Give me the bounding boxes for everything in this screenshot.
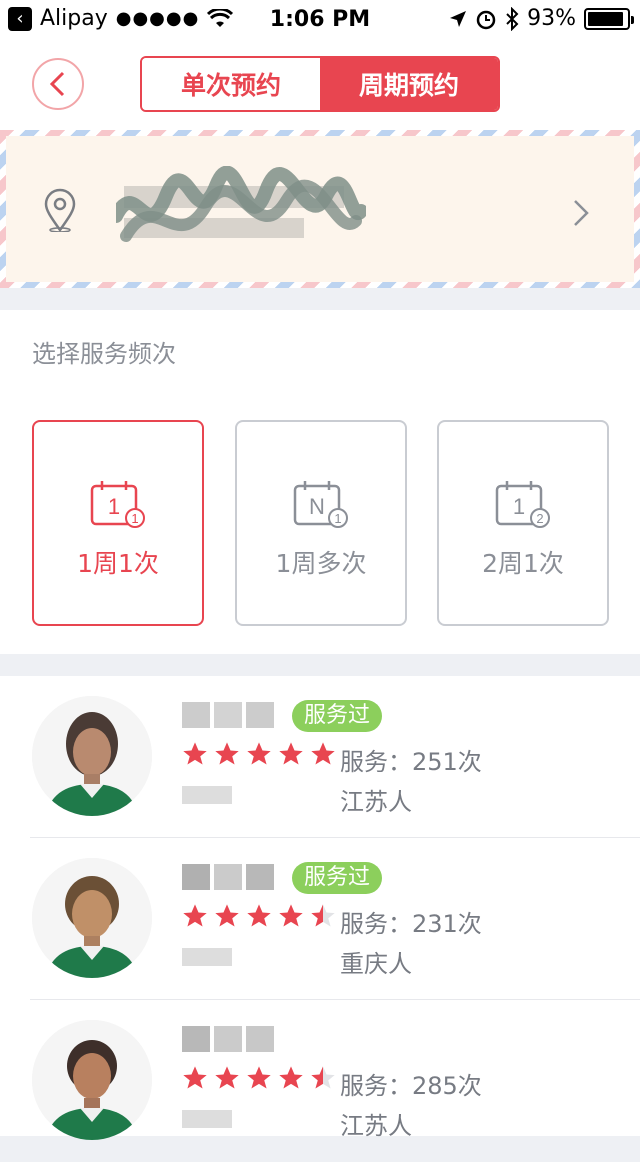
bluetooth-icon — [506, 6, 519, 31]
carrier-label: Alipay — [40, 6, 108, 31]
signal-icon: ●●●●● — [115, 8, 200, 29]
calendar-icon: 1 2 — [495, 481, 550, 528]
staff-row[interactable]: 服务：285次 江苏人 — [0, 1000, 640, 1162]
location-pin-icon — [44, 188, 76, 232]
star-icon — [215, 904, 239, 927]
battery-fill — [588, 11, 624, 26]
rating-stars — [180, 902, 338, 930]
redacted-age — [182, 786, 232, 804]
tab-periodic-booking[interactable]: 周期预约 — [320, 58, 498, 110]
hometown: 江苏人 — [340, 788, 412, 816]
star-icon — [215, 1066, 239, 1089]
tab-single-booking[interactable]: 单次预约 — [142, 58, 320, 110]
star-icon — [311, 742, 335, 765]
back-to-app-icon[interactable]: ‹ — [8, 6, 32, 31]
star-icon — [247, 1066, 271, 1089]
frequency-title: 选择服务频次 — [32, 340, 176, 368]
battery-icon — [584, 7, 634, 30]
chevron-left-icon — [49, 71, 65, 97]
redacted-name — [182, 864, 274, 890]
staff-row[interactable]: 服务过 服务：251次 江苏人 — [0, 676, 640, 838]
rating-stars — [180, 740, 338, 768]
avatar — [32, 696, 152, 816]
half-star-icon — [311, 904, 335, 927]
service-count: 服务：231次 — [340, 910, 482, 938]
star-icon — [183, 742, 207, 765]
redacted-name — [182, 702, 274, 728]
hometown: 重庆人 — [340, 950, 412, 978]
location-arrow-icon — [450, 10, 467, 27]
star-icon — [247, 904, 271, 927]
back-button[interactable] — [32, 58, 84, 110]
alarm-icon — [476, 10, 496, 29]
header: 单次预约 周期预约 — [0, 40, 640, 130]
star-icon — [279, 904, 303, 927]
frequency-panel: 选择服务频次 1 1 1周1次 N 1 1周多次 1 2 2周1次 — [0, 310, 640, 654]
served-badge: 服务过 — [292, 862, 383, 894]
star-icon — [279, 1066, 303, 1089]
calendar-icon: N 1 — [293, 481, 348, 528]
avatar-image — [32, 858, 152, 978]
battery-percent: 93% — [527, 6, 576, 31]
address-card[interactable] — [0, 130, 640, 288]
frequency-option-label: 2周1次 — [482, 549, 564, 578]
served-badge: 服务过 — [292, 700, 383, 732]
redacted-name — [182, 1026, 274, 1052]
staff-list: 服务过 服务：251次 江苏人 服务过 服务：231次 重庆人 服务：285次 … — [0, 676, 640, 1140]
rating-stars — [180, 1064, 338, 1092]
service-count: 服务：251次 — [340, 748, 482, 776]
redacted-age — [182, 1110, 232, 1128]
frequency-option-weekly-multiple[interactable]: N 1 1周多次 — [235, 420, 407, 626]
frequency-option-weekly-once[interactable]: 1 1 1周1次 — [32, 420, 204, 626]
calendar-badge-text: 1 — [334, 511, 341, 526]
chevron-right-icon — [574, 200, 589, 226]
avatar-image — [32, 1020, 152, 1140]
calendar-badge-text: 1 — [131, 511, 138, 526]
address-card-inner — [6, 136, 634, 282]
star-icon — [183, 904, 207, 927]
redacted-address — [116, 166, 366, 242]
avatar-image — [32, 696, 152, 816]
status-left: ‹ Alipay ●●●●● — [8, 6, 234, 31]
calendar-main-text: 1 — [513, 494, 525, 519]
calendar-main-text: 1 — [108, 494, 120, 519]
frequency-option-label: 1周多次 — [275, 549, 367, 578]
calendar-icon: 1 1 — [90, 481, 145, 528]
avatar — [32, 1020, 152, 1140]
status-right: 93% — [449, 6, 634, 31]
staff-row[interactable]: 服务过 服务：231次 重庆人 — [0, 838, 640, 1000]
status-bar: ‹ Alipay ●●●●● 1:06 PM 93% — [0, 0, 640, 40]
calendar-main-text: N — [309, 494, 325, 519]
avatar — [32, 858, 152, 978]
star-icon — [279, 742, 303, 765]
calendar-badge-text: 2 — [536, 511, 543, 526]
frequency-option-biweekly-once[interactable]: 1 2 2周1次 — [437, 420, 609, 626]
booking-type-switch: 单次预约 周期预约 — [140, 56, 500, 112]
star-icon — [215, 742, 239, 765]
redacted-age — [182, 948, 232, 966]
star-icon — [183, 1066, 207, 1089]
service-count: 服务：285次 — [340, 1072, 482, 1100]
wifi-icon — [207, 8, 234, 27]
frequency-option-label: 1周1次 — [77, 549, 159, 578]
star-icon — [247, 742, 271, 765]
half-star-icon — [311, 1066, 335, 1089]
